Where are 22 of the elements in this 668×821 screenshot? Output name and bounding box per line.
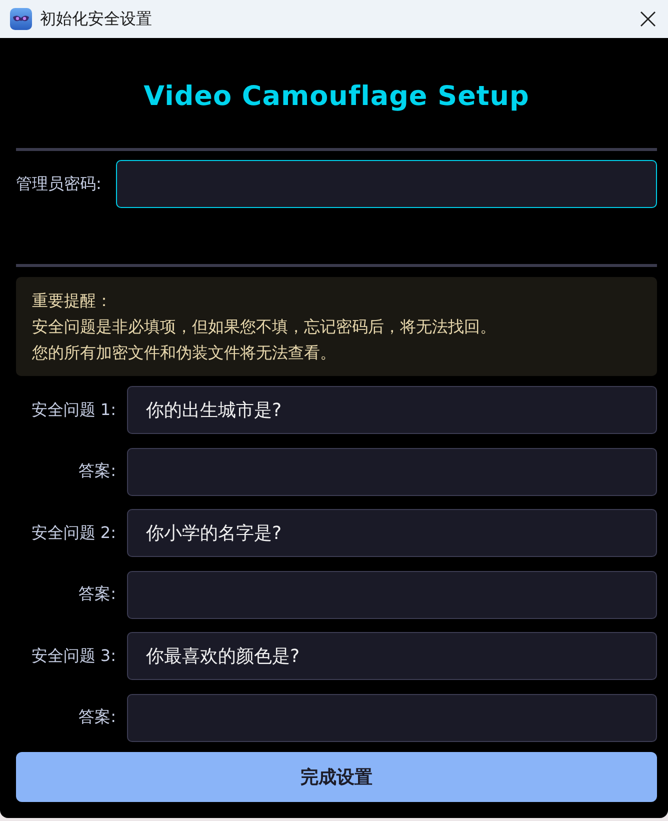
notice-title: 重要提醒： (32, 290, 113, 312)
answer-label: 答案: (78, 584, 116, 605)
mask-icon (10, 8, 32, 30)
finish-setup-button[interactable]: 完成设置 (16, 752, 657, 802)
answer-field[interactable] (127, 570, 657, 618)
question-label: 安全问题 3: (30, 646, 116, 666)
question-field[interactable]: 你小学的名字是? (127, 509, 657, 557)
answer-label: 答案: (78, 461, 116, 482)
answer-field[interactable] (127, 694, 657, 742)
question-label: 安全问题 2: (30, 522, 116, 544)
question-field[interactable]: 你的出生城市是? (127, 386, 657, 434)
window-title: 初始化安全设置 (40, 8, 153, 30)
password-field[interactable] (116, 160, 657, 208)
answer-label: 答案: (78, 707, 116, 728)
setup-heading: Video Camouflage Setup (142, 80, 530, 114)
notice-text: 安全问题是非必填项，但如果您不填，忘记密码后，将无法找回。 (32, 316, 497, 338)
question-label: 安全问题 1: (30, 400, 116, 420)
notice-text: 您的所有加密文件和伪装文件将无法查看。 (32, 342, 337, 364)
password-label: 管理员密码: (16, 174, 102, 194)
question-field[interactable]: 你最喜欢的颜色是? (127, 632, 657, 680)
answer-field[interactable] (127, 448, 657, 496)
close-icon[interactable] (640, 11, 656, 27)
